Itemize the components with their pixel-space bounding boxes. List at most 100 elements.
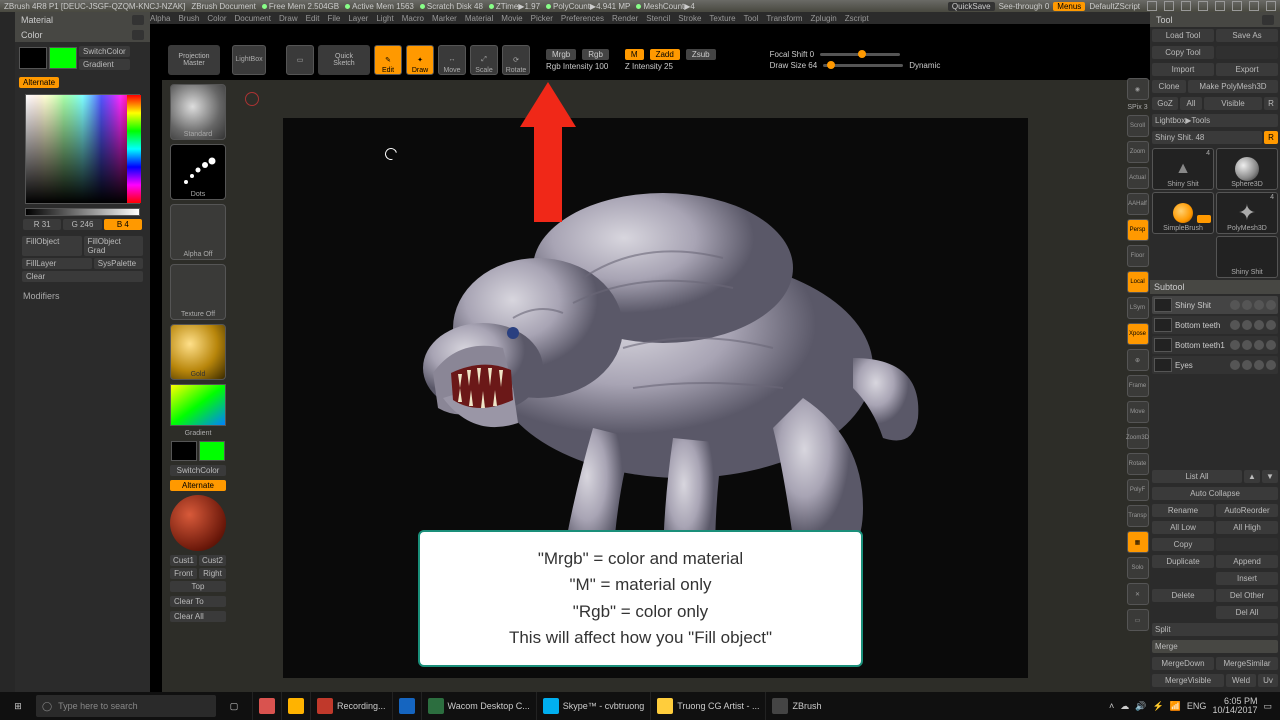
- brush-thumb[interactable]: Standard: [170, 84, 226, 140]
- menu-item[interactable]: Render: [612, 14, 638, 23]
- rotate3d-button[interactable]: Rotate: [1127, 453, 1149, 475]
- cust1-button[interactable]: Cust1: [170, 555, 197, 566]
- rgb-button[interactable]: Rgb: [582, 49, 609, 60]
- focal-shift-label[interactable]: Focal Shift 0: [770, 50, 814, 59]
- stroke-thumb[interactable]: Dots: [170, 144, 226, 200]
- filllayer-button[interactable]: FillLayer: [22, 258, 92, 269]
- actual-button[interactable]: Actual: [1127, 167, 1149, 189]
- menu-item[interactable]: Material: [465, 14, 493, 23]
- menu-item[interactable]: Movie: [501, 14, 522, 23]
- menu-item[interactable]: Macro: [402, 14, 424, 23]
- tray-icon[interactable]: ☁: [1120, 701, 1129, 712]
- frame-button[interactable]: Frame: [1127, 375, 1149, 397]
- start-button[interactable]: ⊞: [0, 692, 36, 720]
- persp-button[interactable]: Persp: [1127, 219, 1149, 241]
- move-button[interactable]: ↔Move: [438, 45, 466, 75]
- clearto-button[interactable]: Clear To: [170, 596, 226, 607]
- lightbox-button[interactable]: LightBox: [232, 45, 266, 75]
- extra-button[interactable]: ▭: [1127, 609, 1149, 631]
- menu-item[interactable]: Stencil: [646, 14, 670, 23]
- menu-item[interactable]: Picker: [531, 14, 553, 23]
- export-button[interactable]: Export: [1216, 63, 1278, 76]
- listall-button[interactable]: List All: [1152, 470, 1242, 483]
- menu-item[interactable]: Zplugin: [810, 14, 836, 23]
- paste-button[interactable]: [1216, 538, 1278, 551]
- rgb-intensity-label[interactable]: Rgb Intensity 100: [546, 62, 608, 71]
- split-header[interactable]: Split: [1152, 623, 1278, 636]
- collapse-icon[interactable]: [132, 15, 144, 25]
- move3d-button[interactable]: Move: [1127, 401, 1149, 423]
- merge-header[interactable]: Merge: [1152, 640, 1278, 653]
- zoom3d-button[interactable]: Zoom3D: [1127, 427, 1149, 449]
- tool-thumb[interactable]: Shiny Shit: [1216, 236, 1278, 278]
- menu-item[interactable]: Transform: [766, 14, 802, 23]
- gradient-button[interactable]: Gradient: [79, 59, 130, 70]
- tray-icon[interactable]: 📶: [1170, 701, 1181, 712]
- append-button[interactable]: Append: [1216, 555, 1278, 568]
- hue-strip[interactable]: [127, 95, 141, 203]
- b-value[interactable]: B 4: [104, 219, 142, 230]
- m-button[interactable]: M: [625, 49, 644, 60]
- lsym-button[interactable]: LSym: [1127, 297, 1149, 319]
- draw-button[interactable]: ✦Draw: [406, 45, 434, 75]
- menu-item[interactable]: Color: [207, 14, 226, 23]
- copy-tool-button[interactable]: Copy Tool: [1152, 46, 1214, 59]
- collapse-icon[interactable]: [132, 30, 144, 40]
- win-icon[interactable]: [1215, 1, 1225, 11]
- edit-button[interactable]: ✎Edit: [374, 45, 402, 75]
- paintstop-button[interactable]: ▭: [286, 45, 314, 75]
- drawsize-slider[interactable]: [823, 64, 903, 67]
- collapse-icon[interactable]: [1262, 15, 1274, 25]
- uv-button[interactable]: Uv: [1258, 674, 1278, 687]
- autoreorder-button[interactable]: AutoReorder: [1216, 504, 1278, 517]
- r-button[interactable]: R: [1264, 97, 1278, 110]
- win-icon[interactable]: [1164, 1, 1174, 11]
- focal-slider[interactable]: [820, 53, 900, 56]
- syspalette-button[interactable]: SysPalette: [94, 258, 143, 269]
- zsub-button[interactable]: Zsub: [686, 49, 716, 60]
- g-value[interactable]: G 246: [63, 219, 101, 230]
- top-button[interactable]: Top: [170, 581, 226, 592]
- arrow-down-icon[interactable]: ▼: [1262, 470, 1278, 483]
- copy-button[interactable]: Copy: [1152, 538, 1214, 551]
- fillobjectgrad-button[interactable]: FillObject Grad: [84, 236, 144, 256]
- all-button[interactable]: All: [1180, 97, 1202, 110]
- make-polymesh-button[interactable]: Make PolyMesh3D: [1188, 80, 1278, 93]
- color-picker[interactable]: [25, 94, 140, 204]
- paste-tool-button[interactable]: [1216, 46, 1278, 59]
- delete-button[interactable]: Delete: [1152, 589, 1214, 602]
- subtool-item[interactable]: Bottom teeth: [1152, 316, 1278, 334]
- seethrough-label[interactable]: See-through 0: [999, 2, 1050, 11]
- visible-button[interactable]: Visible: [1204, 97, 1262, 110]
- clone-button[interactable]: Clone: [1152, 80, 1186, 93]
- menu-item[interactable]: Zscript: [845, 14, 869, 23]
- duplicate-button[interactable]: Duplicate: [1152, 555, 1214, 568]
- fillobject-button[interactable]: FillObject: [22, 236, 82, 256]
- zscript-label[interactable]: DefaultZScript: [1089, 2, 1140, 11]
- gradient-thumb[interactable]: [170, 384, 226, 426]
- taskbar-item[interactable]: Recording...: [310, 692, 392, 720]
- r-value[interactable]: R 31: [23, 219, 61, 230]
- taskview-button[interactable]: ▢: [216, 692, 252, 720]
- scale-button[interactable]: ⤢Scale: [470, 45, 498, 75]
- notification-icon[interactable]: ▭: [1263, 701, 1272, 712]
- switchcolor-button[interactable]: SwitchColor: [170, 465, 226, 476]
- menus-button[interactable]: Menus: [1053, 2, 1085, 11]
- save-as-button[interactable]: Save As: [1216, 29, 1278, 42]
- lang-indicator[interactable]: ENG: [1187, 701, 1207, 711]
- menu-item[interactable]: Draw: [279, 14, 298, 23]
- secondary-color-swatch[interactable]: [19, 47, 47, 69]
- dynamic-label[interactable]: Dynamic: [909, 61, 940, 70]
- zadd-button[interactable]: Zadd: [650, 49, 680, 60]
- mergesimilar-button[interactable]: MergeSimilar: [1216, 657, 1278, 670]
- taskbar-item[interactable]: Wacom Desktop C...: [421, 692, 536, 720]
- mrgb-button[interactable]: Mrgb: [546, 49, 576, 60]
- menu-item[interactable]: Preferences: [561, 14, 604, 23]
- local-button[interactable]: Local: [1127, 271, 1149, 293]
- front-button[interactable]: Front: [170, 568, 197, 579]
- tool-thumb[interactable]: ▲4Shiny Shit: [1152, 148, 1214, 190]
- tray-icon[interactable]: 🔊: [1135, 701, 1146, 712]
- menu-item[interactable]: Tool: [744, 14, 759, 23]
- menu-item[interactable]: Texture: [709, 14, 735, 23]
- bpr-button[interactable]: ◉: [1127, 78, 1149, 100]
